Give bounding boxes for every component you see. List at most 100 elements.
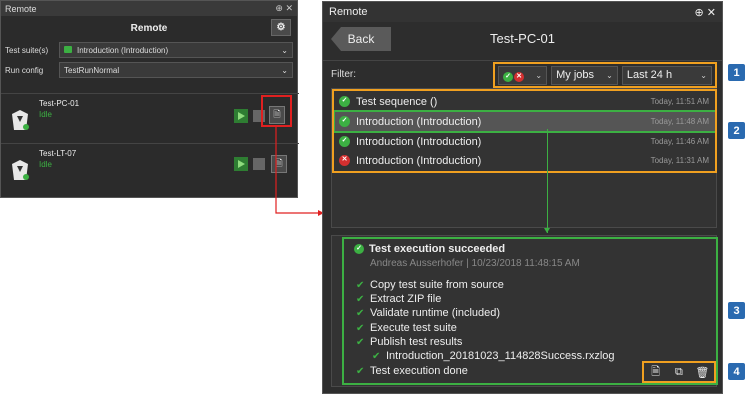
run-button[interactable]	[234, 157, 248, 171]
details-actions: 🗎 ⧉ 🗑	[642, 361, 716, 383]
step-text: Extract ZIP file	[370, 293, 442, 305]
check-icon: ✔	[356, 322, 365, 334]
test-suite-label: Test suite(s)	[5, 45, 49, 55]
remote-panel-small: Remote ⊕ ✕ Remote ⚙ Test suite(s) Introd…	[0, 0, 299, 198]
test-suite-select[interactable]: Introduction (Introduction) ⌄	[59, 42, 293, 58]
job-list: ✓ Test sequence () Today, 11:51 AM ✓ Int…	[331, 88, 717, 228]
agent-name: Test-LT-07	[39, 149, 77, 158]
agent-status: Idle	[39, 110, 52, 119]
job-name: Introduction (Introduction)	[356, 135, 482, 148]
run-config-select[interactable]: TestRunNormal ⌄	[59, 62, 293, 78]
delete-icon[interactable]: 🗑	[694, 364, 710, 380]
run-button[interactable]	[234, 109, 248, 123]
filter-row: Filter: ✓ ✕ ⌄ My jobs ⌄ Last 24 h ⌄	[323, 60, 722, 88]
highlight-box-red	[261, 95, 292, 127]
chevron-down-icon: ⌄	[281, 45, 288, 55]
agent-name: Test-PC-01	[39, 99, 80, 108]
check-icon: ✔	[356, 307, 365, 319]
step-text: Publish test results	[370, 336, 463, 348]
right-window-controls[interactable]: ⊕ ✕	[695, 6, 717, 19]
right-window-title: Remote	[329, 6, 368, 18]
step-item: ✔ Execute test suite	[356, 322, 457, 334]
open-report-icon[interactable]: 🗎	[648, 364, 664, 380]
report-file-link[interactable]: Introduction_20181023_114828Success.rxzl…	[386, 350, 615, 362]
left-header: Remote ⚙	[1, 16, 297, 40]
left-window-controls[interactable]: ⊕ ✕	[275, 3, 293, 14]
chevron-down-icon: ⌄	[535, 70, 543, 80]
chevron-down-icon: ⌄	[606, 70, 613, 80]
step-item: ✔ Test execution done	[356, 365, 468, 377]
jobs-filter-select[interactable]: My jobs ⌄	[551, 65, 618, 85]
job-details: ✓ Test execution succeeded Andreas Ausse…	[331, 235, 717, 387]
step-text: Execute test suite	[370, 322, 457, 334]
right-titlebar: Remote ⊕ ✕	[323, 2, 722, 22]
check-icon: ✔	[356, 336, 365, 348]
check-icon: ✔	[356, 293, 365, 305]
filter-label: Filter:	[331, 69, 356, 80]
agent-title: Test-PC-01	[489, 31, 556, 46]
success-icon: ✓	[339, 136, 350, 147]
agent-avatar-icon	[12, 110, 29, 130]
job-time: Today, 11:46 AM	[650, 137, 709, 146]
jobs-filter-value: My jobs	[556, 69, 595, 81]
step-item: ✔ Publish test results	[356, 336, 462, 348]
agent-avatar-icon	[12, 160, 29, 180]
test-suite-icon	[64, 45, 72, 53]
check-icon: ✔	[356, 365, 365, 377]
step-text: Copy test suite from source	[370, 279, 504, 291]
agent-row[interactable]: Test-PC-01 Idle 🗎	[1, 93, 299, 143]
remote-panel-detail: Remote ⊕ ✕ Back Test-PC-01 Filter: ✓ ✕ ⌄ …	[322, 1, 723, 394]
success-icon: ✓	[339, 96, 350, 107]
check-icon: ✔	[356, 279, 365, 291]
success-icon: ✓	[354, 244, 364, 254]
callout-badge: 4	[728, 363, 745, 380]
green-connector-line	[547, 129, 548, 233]
run-config-row: Run config TestRunNormal ⌄	[1, 60, 297, 80]
time-filter-value: Last 24 h	[626, 69, 673, 81]
error-icon: ✕	[339, 155, 350, 166]
callout-badge: 2	[728, 122, 745, 139]
remote-settings-icon[interactable]: ⚙	[271, 19, 291, 36]
check-icon: ✔	[372, 350, 381, 362]
run-config-label: Run config	[5, 65, 44, 75]
job-name: Test sequence ()	[356, 95, 438, 108]
stop-button[interactable]	[253, 158, 265, 170]
callout-badge: 3	[728, 302, 745, 319]
error-icon: ✕	[514, 71, 524, 82]
filter-controls: ✓ ✕ ⌄ My jobs ⌄ Last 24 h ⌄	[493, 62, 717, 88]
step-item: ✔ Copy test suite from source	[356, 279, 504, 291]
status-filter-select[interactable]: ✓ ✕ ⌄	[498, 65, 548, 85]
step-text: Validate runtime (included)	[370, 307, 501, 319]
job-log-icon[interactable]: 🗎	[271, 155, 287, 173]
job-item-selected[interactable]: ✓ Introduction (Introduction) Today, 11:…	[333, 110, 717, 133]
chevron-down-icon: ⌄	[281, 65, 288, 75]
green-connector-arrowhead	[544, 228, 550, 233]
step-item: ✔ Extract ZIP file	[356, 293, 441, 305]
job-item[interactable]: ✓ Test sequence () Today, 11:51 AM	[335, 92, 715, 111]
job-name: Introduction (Introduction)	[356, 115, 482, 128]
left-window-title: Remote	[5, 3, 37, 14]
step-text: Test execution done	[370, 365, 468, 377]
step-item-file[interactable]: ✔ Introduction_20181023_114828Success.rxz…	[372, 350, 615, 362]
details-headline: ✓ Test execution succeeded	[354, 243, 505, 255]
left-header-title: Remote	[130, 22, 168, 34]
details-subline: Andreas Ausserhofer | 10/23/2018 11:48:1…	[370, 258, 580, 269]
job-name: Introduction (Introduction)	[356, 154, 482, 167]
run-config-value: TestRunNormal	[64, 65, 120, 75]
job-item[interactable]: ✕ Introduction (Introduction) Today, 11:…	[335, 151, 715, 170]
test-suite-row: Test suite(s) Introduction (Introduction…	[1, 40, 297, 60]
chevron-down-icon: ⌄	[700, 70, 707, 80]
job-item[interactable]: ✓ Introduction (Introduction) Today, 11:…	[335, 132, 715, 151]
details-headline-text: Test execution succeeded	[369, 243, 506, 255]
job-time: Today, 11:51 AM	[650, 97, 709, 106]
success-icon: ✓	[339, 116, 350, 127]
job-time: Today, 11:31 AM	[650, 156, 709, 165]
callout-badge: 1	[728, 64, 745, 81]
time-filter-select[interactable]: Last 24 h ⌄	[621, 65, 712, 85]
open-folder-icon[interactable]: ⧉	[671, 364, 687, 380]
right-header: Back Test-PC-01	[323, 22, 722, 60]
test-suite-value: Introduction (Introduction)	[77, 45, 169, 55]
agent-status: Idle	[39, 160, 52, 169]
job-time: Today, 11:48 AM	[650, 117, 709, 126]
agent-row[interactable]: Test-LT-07 Idle 🗎	[1, 143, 299, 193]
